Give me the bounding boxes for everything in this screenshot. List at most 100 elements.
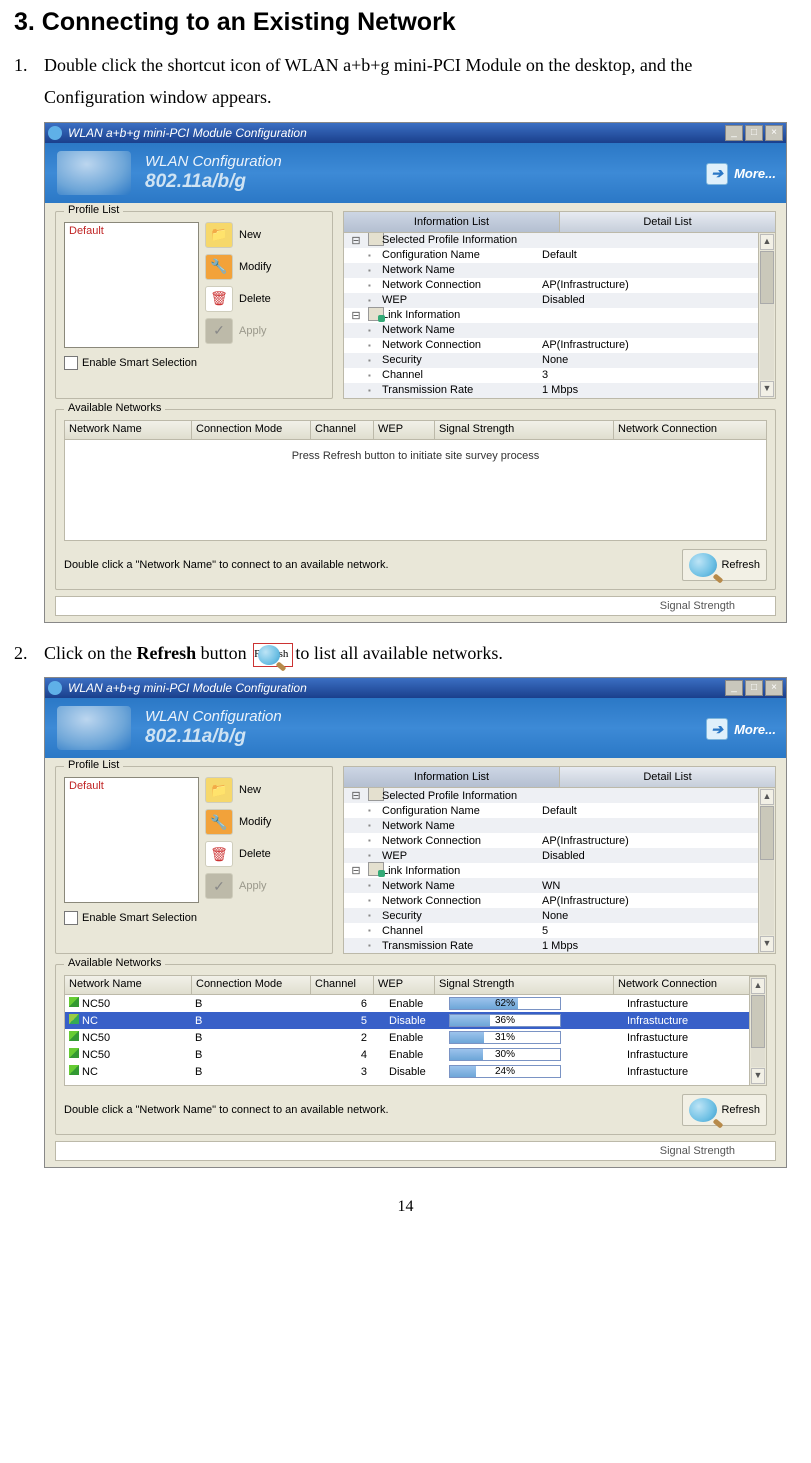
press-refresh-msg: Press Refresh button to initiate site su… — [65, 440, 766, 462]
col-network-name[interactable]: Network Name — [65, 421, 192, 439]
scroll-down-icon[interactable]: ▼ — [760, 381, 774, 397]
col-wep[interactable]: WEP — [374, 421, 435, 439]
more-button[interactable]: ➔ More... — [706, 718, 776, 740]
tree-label: Security — [382, 354, 542, 366]
table-row[interactable]: NC50B2Enable31%Infrastucture — [65, 1029, 749, 1046]
apply-label: Apply — [239, 325, 267, 337]
step-text-bold: Refresh — [137, 643, 197, 663]
table-row[interactable]: NC50B4Enable30%Infrastucture — [65, 1046, 749, 1063]
tree-value: 1 Mbps — [542, 384, 758, 396]
refresh-button[interactable]: Refresh — [682, 549, 767, 581]
table-row[interactable]: NC50B6Enable62%Infrastucture — [65, 995, 749, 1012]
check-icon: ✓ — [205, 318, 233, 344]
networks-table[interactable]: Network Name Connection Mode Channel WEP… — [64, 420, 767, 541]
more-label: More... — [734, 722, 776, 737]
enable-smart-checkbox[interactable]: Enable Smart Selection — [64, 356, 324, 370]
col-signal-strength[interactable]: Signal Strength — [435, 976, 614, 994]
scrollbar[interactable]: ▲▼ — [758, 788, 775, 953]
titlebar[interactable]: WLAN a+b+g mini-PCI Module Configuration… — [45, 678, 786, 698]
available-networks-group: Available Networks Network Name Connecti… — [55, 409, 776, 590]
modify-button[interactable]: 🔧 Modify — [205, 809, 271, 835]
col-channel[interactable]: Channel — [311, 976, 374, 994]
signal-icon — [69, 1031, 79, 1041]
config-window-1: WLAN a+b+g mini-PCI Module Configuration… — [44, 122, 787, 623]
networks-table[interactable]: Network Name Connection Mode Channel WEP… — [64, 975, 767, 1086]
apply-button: ✓Apply — [205, 873, 271, 899]
tab-detail-list[interactable]: Detail List — [560, 212, 775, 232]
delete-label: Delete — [239, 293, 271, 305]
maximize-button[interactable]: □ — [745, 680, 763, 696]
profile-list-group: Profile List Default 📁New 🔧Modify 🗑Delet… — [55, 211, 333, 399]
col-connection-mode[interactable]: Connection Mode — [192, 976, 311, 994]
col-wep[interactable]: WEP — [374, 976, 435, 994]
tree-label: Transmission Rate — [382, 384, 542, 396]
statusbar: Signal Strength — [55, 596, 776, 616]
info-tree[interactable]: ⊟Selected Profile Information ▪Configura… — [344, 233, 758, 398]
more-label: More... — [734, 166, 776, 181]
table-row[interactable]: NCB3Disable24%Infrastucture — [65, 1063, 749, 1080]
tree-section: Link Information — [382, 865, 542, 877]
maximize-button[interactable]: □ — [745, 125, 763, 141]
banner-title: WLAN Configuration — [145, 153, 282, 170]
tree-label: Configuration Name — [382, 249, 542, 261]
col-connection-mode[interactable]: Connection Mode — [192, 421, 311, 439]
status-signal-label: Signal Strength — [660, 600, 735, 612]
info-tree[interactable]: ⊟Selected Profile Information ▪Configura… — [344, 788, 758, 953]
laptop-graphic — [57, 151, 131, 195]
more-button[interactable]: ➔ More... — [706, 163, 776, 185]
scroll-up-icon[interactable]: ▲ — [760, 789, 774, 805]
tree-label: Network Connection — [382, 339, 542, 351]
modify-label: Modify — [239, 261, 271, 273]
tree-label: WEP — [382, 850, 542, 862]
modify-label: Modify — [239, 816, 271, 828]
tree-label: Configuration Name — [382, 805, 542, 817]
trash-icon: 🗑 — [205, 286, 233, 312]
folder-new-icon: 📁 — [205, 222, 233, 248]
profile-listbox[interactable]: Default — [64, 777, 199, 903]
col-channel[interactable]: Channel — [311, 421, 374, 439]
table-row[interactable]: NCB5Disable36%Infrastucture — [65, 1012, 749, 1029]
profile-listbox[interactable]: Default — [64, 222, 199, 348]
modify-button[interactable]: 🔧Modify — [205, 254, 271, 280]
signal-icon — [69, 1048, 79, 1058]
new-button[interactable]: 📁New — [205, 777, 271, 803]
col-network-connection[interactable]: Network Connection — [614, 421, 766, 439]
delete-button[interactable]: 🗑Delete — [205, 841, 271, 867]
new-button[interactable]: 📁New — [205, 222, 271, 248]
tree-label: Transmission Rate — [382, 940, 542, 952]
group-label: Profile List — [64, 759, 123, 771]
scrollbar[interactable]: ▲▼ — [749, 976, 766, 1085]
scroll-up-icon[interactable]: ▲ — [751, 978, 765, 994]
tree-section: Selected Profile Information — [382, 234, 542, 246]
minimize-button[interactable]: _ — [725, 125, 743, 141]
app-icon — [48, 126, 62, 140]
step-1: 1.Double click the shortcut icon of WLAN… — [44, 49, 797, 114]
tab-information-list[interactable]: Information List — [344, 212, 560, 232]
enable-smart-checkbox[interactable]: Enable Smart Selection — [64, 911, 324, 925]
tab-detail-list[interactable]: Detail List — [560, 767, 775, 787]
wrench-icon: 🔧 — [205, 809, 233, 835]
banner-subtitle: 802.11a/b/g — [145, 171, 246, 193]
scroll-down-icon[interactable]: ▼ — [760, 936, 774, 952]
scroll-up-icon[interactable]: ▲ — [760, 234, 774, 250]
close-button[interactable]: × — [765, 680, 783, 696]
tree-value: AP(Infrastructure) — [542, 835, 758, 847]
tree-value: 3 — [542, 369, 758, 381]
doubleclick-hint: Double click a "Network Name" to connect… — [64, 1104, 682, 1116]
col-network-name[interactable]: Network Name — [65, 976, 192, 994]
doubleclick-hint: Double click a "Network Name" to connect… — [64, 559, 682, 571]
minimize-button[interactable]: _ — [725, 680, 743, 696]
col-network-connection[interactable]: Network Connection — [614, 976, 749, 994]
scrollbar[interactable]: ▲▼ — [758, 233, 775, 398]
scroll-down-icon[interactable]: ▼ — [751, 1068, 765, 1084]
delete-button[interactable]: 🗑 Delete — [205, 286, 271, 312]
tab-information-list[interactable]: Information List — [344, 767, 560, 787]
col-signal-strength[interactable]: Signal Strength — [435, 421, 614, 439]
laptop-graphic — [57, 706, 131, 750]
step-text: Click on the — [44, 643, 137, 663]
titlebar[interactable]: WLAN a+b+g mini-PCI Module Configuration… — [45, 123, 786, 143]
tree-value: Disabled — [542, 294, 758, 306]
close-button[interactable]: × — [765, 125, 783, 141]
tree-label: Channel — [382, 925, 542, 937]
refresh-button[interactable]: Refresh — [682, 1094, 767, 1126]
